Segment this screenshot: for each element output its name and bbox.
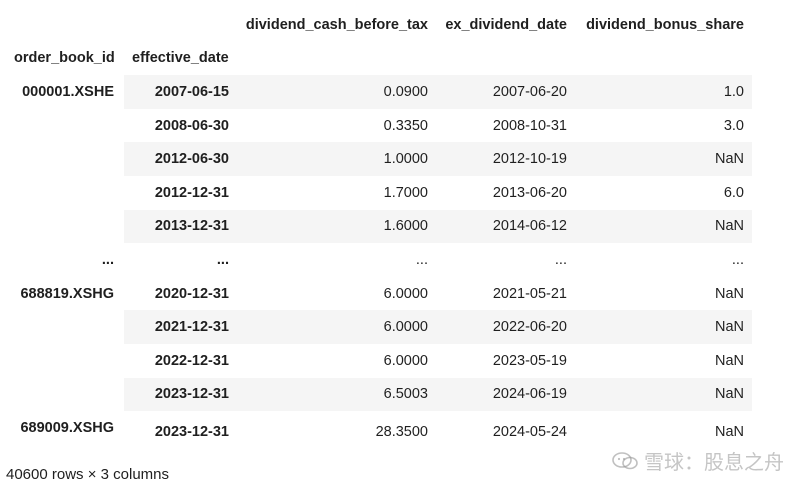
row-index-effective-date: 2008-06-30: [154, 117, 229, 134]
column-header-dividend-bonus-share: dividend_bonus_share: [586, 16, 744, 33]
cell-dividend-cash: 28.3500: [375, 424, 428, 441]
dataframe-table: dividend_cash_before_tax ex_dividend_dat…: [6, 8, 752, 454]
cell-dividend-cash: 6.5003: [383, 386, 428, 403]
cell-dividend-bonus-share: NaN: [714, 218, 744, 235]
cell-ex-dividend-date: 2013-06-20: [492, 184, 567, 201]
column-header-ex-dividend-date: ex_dividend_date: [445, 16, 567, 33]
row-index-effective-date: 2012-06-30: [154, 151, 229, 168]
watermark: 雪球：股息之舟: [612, 446, 784, 475]
cell-ex-dividend-date: 2023-05-19: [492, 352, 567, 369]
cell-ex-dividend-date: 2024-05-24: [492, 424, 567, 441]
cell-dividend-cash: 0.3350: [383, 117, 428, 134]
cell-dividend-cash: ...: [237, 243, 436, 277]
index-name-effective-date: effective_date: [132, 50, 229, 67]
cell-dividend-cash: 6.0000: [383, 285, 428, 302]
snowball-logo-icon: [612, 451, 638, 469]
cell-dividend-bonus-share: ...: [575, 243, 752, 277]
cell-ex-dividend-date: 2012-10-19: [492, 151, 567, 168]
row-index-effective-date: ...: [124, 243, 237, 277]
row-index-order-book-id: ...: [6, 243, 124, 277]
row-index-effective-date: 2012-12-31: [154, 184, 229, 201]
cell-dividend-cash: 1.0000: [383, 151, 428, 168]
cell-dividend-bonus-share: 3.0: [723, 117, 744, 134]
row-index-effective-date: 2022-12-31: [154, 352, 229, 369]
table-row: 688819.XSHG 2020-12-31 6.0000 2021-05-21 NaN: [6, 276, 752, 412]
cell-dividend-cash: 6.0000: [383, 319, 428, 336]
table-body: 000001.XSHE 2007-06-15 0.0900 2007-06-20 1.0…: [6, 75, 752, 454]
cell-dividend-bonus-share: NaN: [714, 386, 744, 403]
ellipsis-row: ...............: [6, 243, 752, 277]
dataframe-output: dividend_cash_before_tax ex_dividend_dat…: [6, 8, 752, 454]
cell-ex-dividend-date: 2022-06-20: [492, 319, 567, 336]
cell-dividend-bonus-share: 6.0: [723, 184, 744, 201]
row-index-order-book-id: 688819.XSHG: [6, 276, 124, 412]
table-row: 000001.XSHE 2007-06-15 0.0900 2007-06-20 1.0: [6, 75, 752, 244]
cell-dividend-cash: 0.0900: [383, 83, 428, 100]
row-index-effective-date: 2023-12-31: [154, 386, 229, 403]
column-header-dividend-cash: dividend_cash_before_tax: [245, 16, 428, 33]
cell-dividend-bonus-share: NaN: [714, 319, 744, 336]
row-index-effective-date: 2007-06-15: [154, 83, 229, 100]
cell-ex-dividend-date: 2024-06-19: [492, 386, 567, 403]
row-index-order-book-id: 689009.XSHG: [6, 411, 124, 454]
cell-ex-dividend-date: 2021-05-21: [492, 285, 567, 302]
watermark-text: 雪球：股息之舟: [644, 452, 784, 474]
shape-summary: 40600 rows × 3 columns: [6, 466, 170, 483]
row-index-effective-date: 2013-12-31: [154, 218, 229, 235]
cell-ex-dividend-date: 2007-06-20: [492, 83, 567, 100]
column-header-row: dividend_cash_before_tax ex_dividend_dat…: [6, 8, 752, 42]
row-index-order-book-id: 000001.XSHE: [6, 75, 124, 244]
cell-ex-dividend-date: 2008-10-31: [492, 117, 567, 134]
row-index-effective-date: 2021-12-31: [154, 319, 229, 336]
cell-dividend-cash: 6.0000: [383, 352, 428, 369]
cell-dividend-bonus-share: NaN: [714, 285, 744, 302]
cell-dividend-bonus-share: NaN: [714, 151, 744, 168]
index-name-order-book-id: order_book_id: [14, 50, 115, 67]
cell-dividend-cash: 1.7000: [383, 184, 428, 201]
row-index-effective-date: 2023-12-31: [154, 424, 229, 441]
table-header: dividend_cash_before_tax ex_dividend_dat…: [6, 8, 752, 75]
row-index-effective-date: 2020-12-31: [154, 285, 229, 302]
cell-ex-dividend-date: 2014-06-12: [492, 218, 567, 235]
cell-dividend-cash: 1.6000: [383, 218, 428, 235]
index-header-row: order_book_id effective_date: [6, 42, 752, 76]
cell-ex-dividend-date: ...: [436, 243, 575, 277]
cell-dividend-bonus-share: NaN: [714, 352, 744, 369]
cell-dividend-bonus-share: 1.0: [723, 83, 744, 100]
